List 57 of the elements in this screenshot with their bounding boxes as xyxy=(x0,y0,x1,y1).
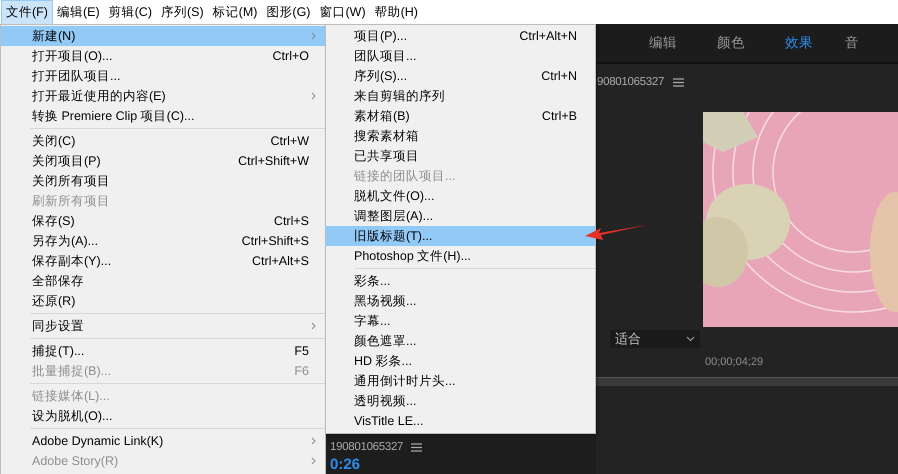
menu-item[interactable]: 保存副本(Y)... Ctrl+Alt+S xyxy=(1,251,325,271)
menu-item[interactable]: 序列(S)... Ctrl+N xyxy=(326,66,595,86)
menu-item[interactable]: 打开项目(O)... Ctrl+O xyxy=(1,46,325,66)
menu-item[interactable]: 打开团队项目... xyxy=(1,66,325,86)
caret-icon xyxy=(686,336,695,342)
menu-item[interactable]: HD 彩条... xyxy=(326,351,595,371)
menu-item[interactable]: 捕捉(T)... F5 xyxy=(1,341,325,361)
menu-item[interactable]: 调整图层(A)... xyxy=(326,206,595,226)
menu-item[interactable]: 全部保存 xyxy=(1,271,325,291)
menu-item[interactable]: 素材箱(B) Ctrl+B xyxy=(326,106,595,126)
menu-item[interactable]: 脱机文件(O)... xyxy=(326,186,595,206)
menu-item[interactable]: Photoshop 文件(H)... xyxy=(326,246,595,266)
menu-icon[interactable] xyxy=(411,442,422,452)
menu-item[interactable]: 打开最近使用的内容(E) xyxy=(1,86,325,106)
menu-item[interactable]: 团队项目... xyxy=(326,46,595,66)
timecode: 0:26 xyxy=(330,456,362,473)
menu-item[interactable]: 关闭(C) Ctrl+W xyxy=(1,131,325,151)
menu-bar-item[interactable]: 编辑(E) xyxy=(52,0,104,24)
menu-item[interactable]: 项目(P)... Ctrl+Alt+N xyxy=(326,26,595,46)
menu-item[interactable]: 彩条... xyxy=(326,271,595,291)
workspace-tab[interactable]: 音 xyxy=(845,34,859,52)
menu-item[interactable]: 旧版标题(T)... xyxy=(326,226,595,246)
menu-item[interactable]: 新建(N) xyxy=(1,26,325,46)
timecode: 00;00;04;29 xyxy=(705,356,764,368)
fit-dropdown[interactable]: 适合 xyxy=(610,330,700,348)
menu-item[interactable]: 另存为(A)... Ctrl+Shift+S xyxy=(1,231,325,251)
menu-item[interactable]: 关闭项目(P) Ctrl+Shift+W xyxy=(1,151,325,171)
menu-icon[interactable] xyxy=(673,78,684,86)
menu-item[interactable]: Adobe Dynamic Link(K) xyxy=(1,431,325,451)
menu-item[interactable]: 已共享项目 xyxy=(326,146,595,166)
menu-item[interactable]: 颜色遮罩... xyxy=(326,331,595,351)
menu-item[interactable]: 透明视频... xyxy=(326,391,595,411)
menu-item[interactable]: 保存(S) Ctrl+S xyxy=(1,211,325,231)
menu-bar-item[interactable]: 文件(F) xyxy=(2,0,52,24)
workspace-tab[interactable]: 颜色 xyxy=(717,34,745,52)
menu-item[interactable]: 设为脱机(O)... xyxy=(1,406,325,426)
menu-bar-item[interactable]: 窗口(W) xyxy=(315,0,370,24)
workspace-tab[interactable]: 编辑 xyxy=(649,34,677,52)
menu-item[interactable]: 同步设置 xyxy=(1,316,325,336)
sequence-name: 190801065327 xyxy=(330,441,404,453)
menu-item[interactable]: 字幕... xyxy=(326,311,595,331)
menu-bar-item[interactable]: 序列(S) xyxy=(157,0,208,24)
menu-item[interactable]: 转换 Premiere Clip 项目(C)... xyxy=(1,106,325,126)
menu-item[interactable]: 通用倒计时片头... xyxy=(326,371,595,391)
menu-bar-item[interactable]: 标记(M) xyxy=(208,0,262,24)
workspace-tab[interactable]: 效果 xyxy=(785,34,813,52)
menu-item[interactable]: 来自剪辑的序列 xyxy=(326,86,595,106)
menu-item[interactable]: 黑场视频... xyxy=(326,291,595,311)
menu-bar-item[interactable]: 剪辑(C) xyxy=(104,0,156,24)
menu-item[interactable]: 搜索素材箱 xyxy=(326,126,595,146)
sequence-name: 90801065327 xyxy=(597,76,664,88)
menu-item[interactable]: 关闭所有项目 xyxy=(1,171,325,191)
menu-item[interactable]: VisTitle LE... xyxy=(326,411,595,431)
menu-item[interactable]: 还原(R) xyxy=(1,291,325,311)
arrow-drawing xyxy=(585,223,647,241)
menu-bar-item[interactable]: 图形(G) xyxy=(262,0,314,24)
menu-bar-item[interactable]: 帮助(H) xyxy=(370,0,422,24)
